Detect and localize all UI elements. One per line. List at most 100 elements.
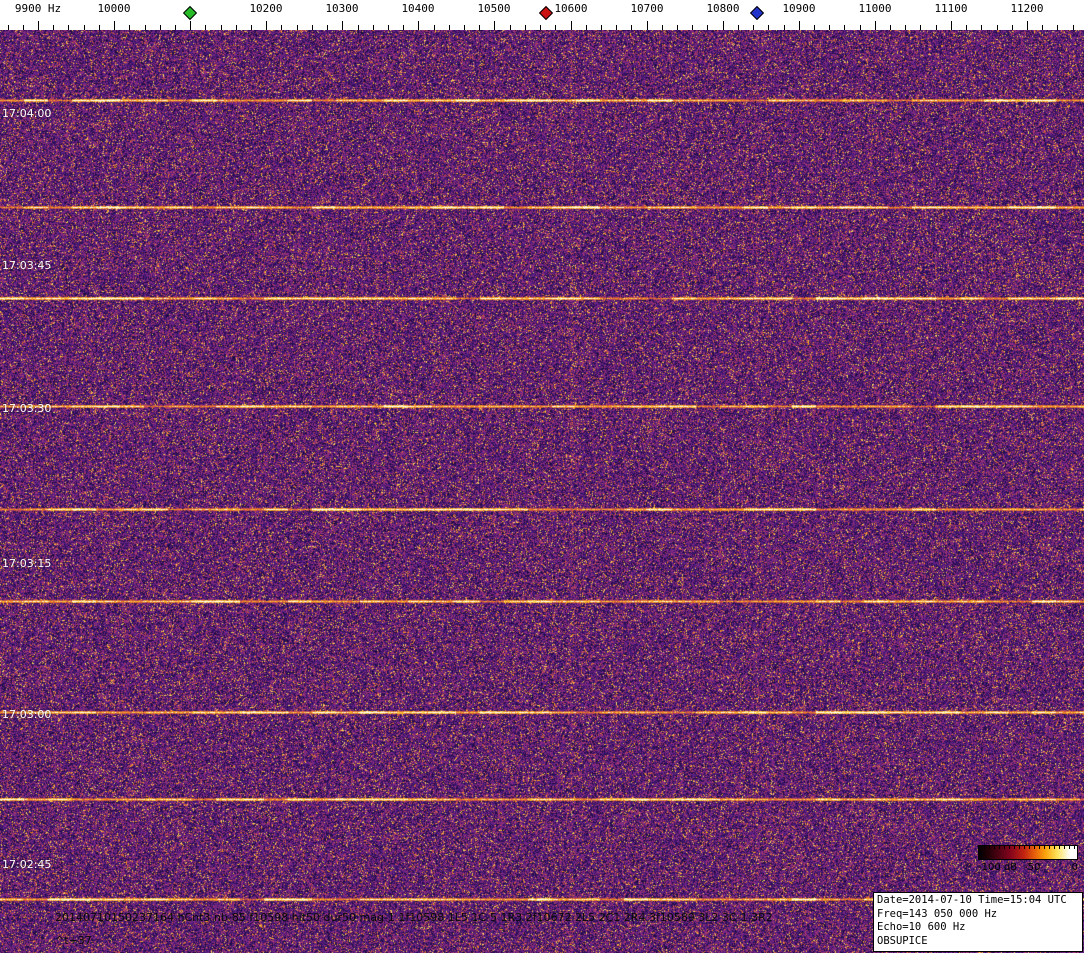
freq-tick-10920 bbox=[814, 25, 815, 30]
freq-tick-10540 bbox=[525, 25, 526, 30]
blue-marker-diamond-icon[interactable] bbox=[750, 6, 764, 20]
freq-tick-10060 bbox=[160, 25, 161, 30]
meteor-spectrogram-app: { "chart_data": { "type": "heatmap", "ti… bbox=[0, 0, 1084, 953]
red-marker-diamond-icon[interactable] bbox=[539, 6, 553, 20]
freq-tick-11100 bbox=[951, 21, 952, 30]
freq-tick-9980 bbox=[99, 25, 100, 30]
colorbar: -100 dB -50 0 bbox=[978, 845, 1078, 874]
freq-tick-10240 bbox=[297, 25, 298, 30]
freq-tick-11080 bbox=[936, 25, 937, 30]
freq-tick-10680 bbox=[631, 25, 632, 30]
freq-tick-11160 bbox=[997, 25, 998, 30]
freq-label-9900: 9900 Hz bbox=[15, 2, 61, 15]
freq-tick-11200 bbox=[1027, 21, 1028, 30]
freq-tick-11220 bbox=[1042, 25, 1043, 30]
freq-tick-10460 bbox=[464, 25, 465, 30]
freq-tick-9920 bbox=[53, 25, 54, 30]
freq-tick-10200 bbox=[266, 21, 267, 30]
freq-tick-10500 bbox=[494, 21, 495, 30]
freq-tick-10160 bbox=[236, 25, 237, 30]
freq-tick-11260 bbox=[1073, 25, 1074, 30]
freq-tick-10720 bbox=[662, 25, 663, 30]
freq-tick-10880 bbox=[784, 25, 785, 30]
observation-info-box: Date=2014-07-10 Time=15:04 UTC Freq=143 … bbox=[873, 892, 1083, 952]
colorbar-label-mid: -50 bbox=[1024, 862, 1040, 873]
freq-tick-10580 bbox=[555, 25, 556, 30]
freq-tick-10820 bbox=[738, 25, 739, 30]
freq-tick-10980 bbox=[860, 25, 861, 30]
info-date-line: Date=2014-07-10 Time=15:04 UTC bbox=[877, 894, 1079, 908]
freq-tick-10760 bbox=[692, 25, 693, 30]
freq-label-10400: 10400 bbox=[401, 2, 434, 15]
freq-tick-11040 bbox=[905, 25, 906, 30]
freq-label-11100: 11100 bbox=[934, 2, 967, 15]
colorbar-gradient bbox=[978, 845, 1078, 860]
freq-tick-10040 bbox=[145, 25, 146, 30]
freq-tick-10660 bbox=[616, 25, 617, 30]
green-marker-diamond-icon[interactable] bbox=[183, 6, 197, 20]
freq-tick-10620 bbox=[586, 25, 587, 30]
freq-tick-10260 bbox=[312, 25, 313, 30]
colorbar-labels: -100 dB -50 0 bbox=[978, 860, 1078, 874]
info-echo-line: Echo=10 600 Hz bbox=[877, 921, 1079, 935]
freq-tick-10120 bbox=[205, 25, 206, 30]
freq-tick-10140 bbox=[221, 25, 222, 30]
freq-tick-10100 bbox=[190, 21, 191, 30]
freq-label-11000: 11000 bbox=[858, 2, 891, 15]
colorbar-label-min: -100 dB bbox=[978, 862, 1017, 873]
freq-label-10500: 10500 bbox=[477, 2, 510, 15]
freq-tick-10400 bbox=[418, 21, 419, 30]
freq-tick-10360 bbox=[388, 25, 389, 30]
freq-tick-10640 bbox=[601, 25, 602, 30]
freq-tick-10220 bbox=[281, 25, 282, 30]
freq-tick-10860 bbox=[768, 25, 769, 30]
freq-tick-10080 bbox=[175, 25, 176, 30]
freq-tick-9940 bbox=[68, 25, 69, 30]
spectrogram-waterfall[interactable] bbox=[0, 30, 1084, 953]
freq-label-10000: 10000 bbox=[97, 2, 130, 15]
freq-tick-11000 bbox=[875, 21, 876, 30]
colorbar-ticks bbox=[979, 846, 1077, 849]
info-station-line: OBSUPICE bbox=[877, 935, 1079, 949]
colorbar-label-max: 0 bbox=[1072, 862, 1078, 873]
freq-tick-10280 bbox=[327, 25, 328, 30]
freq-tick-10000 bbox=[114, 21, 115, 30]
freq-tick-10340 bbox=[373, 25, 374, 30]
freq-tick-10600 bbox=[571, 21, 572, 30]
freq-tick-10780 bbox=[707, 25, 708, 30]
freq-tick-10480 bbox=[479, 25, 480, 30]
freq-tick-11060 bbox=[920, 25, 921, 30]
freq-tick-10300 bbox=[342, 21, 343, 30]
freq-tick-10700 bbox=[647, 21, 648, 30]
freq-tick-10520 bbox=[510, 25, 511, 30]
freq-tick-9880 bbox=[23, 25, 24, 30]
freq-label-10700: 10700 bbox=[630, 2, 663, 15]
frequency-axis: 9900 Hz 10000 10200 10300 10400 10500 10600 107… bbox=[0, 0, 1084, 30]
freq-label-10200: 10200 bbox=[249, 2, 282, 15]
freq-tick-10380 bbox=[403, 25, 404, 30]
freq-tick-11020 bbox=[890, 25, 891, 30]
freq-tick-9960 bbox=[84, 25, 85, 30]
freq-tick-11180 bbox=[1012, 25, 1013, 30]
freq-label-10300: 10300 bbox=[325, 2, 358, 15]
freq-tick-10420 bbox=[434, 25, 435, 30]
freq-tick-10560 bbox=[540, 25, 541, 30]
freq-tick-10840 bbox=[753, 25, 754, 30]
freq-tick-10900 bbox=[799, 21, 800, 30]
freq-tick-10320 bbox=[358, 25, 359, 30]
freq-tick-11140 bbox=[981, 25, 982, 30]
info-freq-line: Freq=143 050 000 Hz bbox=[877, 908, 1079, 922]
freq-tick-10180 bbox=[251, 25, 252, 30]
freq-tick-9900 bbox=[38, 21, 39, 30]
freq-tick-10940 bbox=[829, 25, 830, 30]
freq-label-11200: 11200 bbox=[1010, 2, 1043, 15]
freq-tick-10020 bbox=[129, 25, 130, 30]
freq-tick-11240 bbox=[1057, 25, 1058, 30]
freq-tick-10800 bbox=[723, 21, 724, 30]
freq-tick-10960 bbox=[844, 25, 845, 30]
freq-tick-11120 bbox=[966, 25, 967, 30]
freq-label-10600: 10600 bbox=[554, 2, 587, 15]
freq-tick-10740 bbox=[677, 25, 678, 30]
freq-label-10800: 10800 bbox=[706, 2, 739, 15]
freq-label-10900: 10900 bbox=[782, 2, 815, 15]
